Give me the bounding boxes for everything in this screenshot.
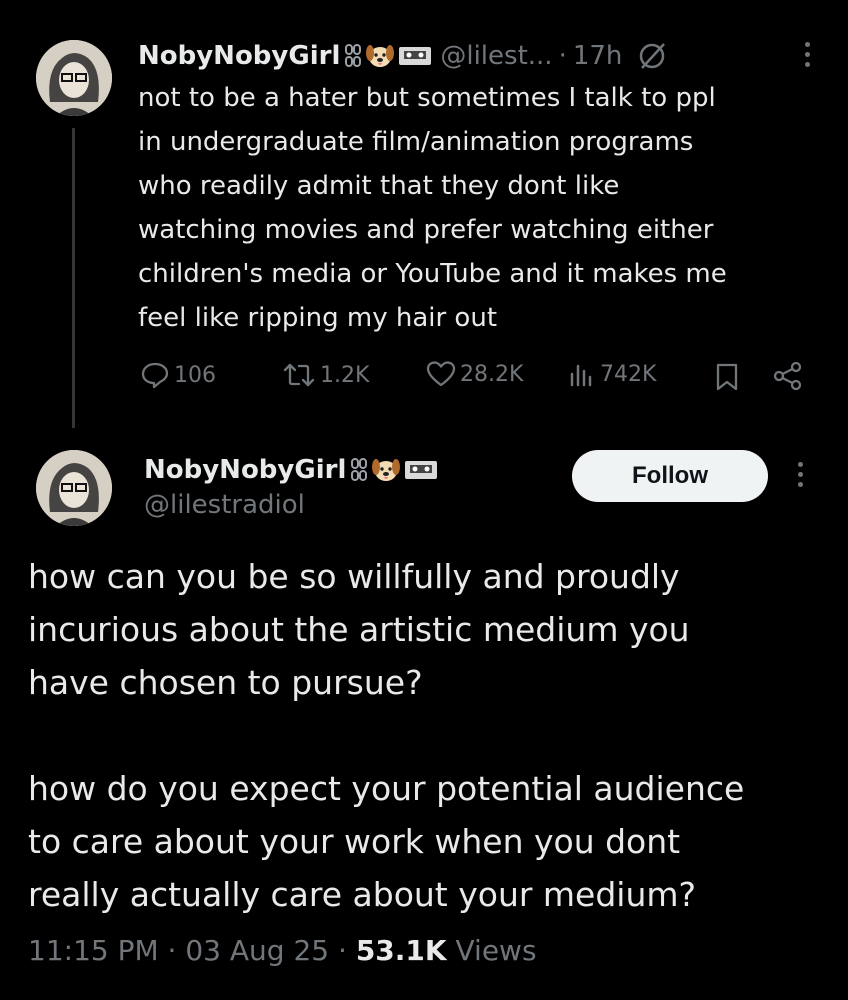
like-icon (426, 361, 456, 387)
thread-line (72, 128, 75, 428)
text-line: in undergraduate film/animation programs (138, 127, 694, 157)
separator: · (167, 934, 177, 967)
text-line: watching movies and prefer watching eith… (138, 215, 714, 245)
repost-icon (283, 363, 315, 387)
handle[interactable]: @lilestradiol (144, 490, 305, 520)
timestamp[interactable]: 17h (573, 41, 623, 71)
text-line: feel like ripping my hair out (138, 303, 498, 333)
profile-badges (344, 42, 432, 70)
post1-text: not to be a hater but sometimes I talk t… (138, 76, 828, 340)
handle[interactable]: @lilest... (440, 41, 552, 71)
cassette-icon (399, 47, 432, 65)
text-line: children's media or YouTube and it makes… (138, 259, 727, 289)
chain-icon (345, 44, 362, 67)
avatar[interactable] (36, 40, 112, 116)
share-icon[interactable] (772, 360, 804, 392)
views-label: Views (455, 934, 537, 967)
repost-button[interactable]: 1.2K (282, 360, 369, 390)
view-count[interactable]: 53.1K (356, 934, 447, 967)
reply-count: 106 (174, 362, 216, 388)
avatar[interactable] (36, 450, 112, 526)
repost-count: 1.2K (320, 362, 370, 388)
reply-icon (141, 362, 169, 389)
text-line: who readily admit that they dont like (138, 171, 620, 201)
display-name[interactable]: NobyNobyGirl (144, 455, 346, 485)
profile-badges (350, 456, 438, 484)
follow-button[interactable]: Follow (572, 450, 768, 502)
text-line: have chosen to pursue? (28, 663, 423, 702)
circle-slash-icon[interactable] (636, 40, 668, 72)
view-count: 742K (600, 361, 657, 387)
post-date[interactable]: 03 Aug 25 (185, 934, 329, 967)
text-line: how can you be so willfully and proudly (28, 557, 680, 596)
post1-header: NobyNobyGirl @lilest... · 17h (138, 36, 668, 76)
dog-face-icon (372, 459, 401, 481)
text-line: not to be a hater but sometimes I talk t… (138, 83, 716, 113)
separator: · (558, 41, 567, 71)
text-line: to care about your work when you dont (28, 822, 681, 861)
display-name[interactable]: NobyNobyGirl (138, 41, 340, 71)
more-icon[interactable] (805, 42, 810, 67)
more-icon[interactable] (798, 462, 803, 487)
like-count: 28.2K (460, 361, 524, 387)
post-meta: 11:15 PM · 03 Aug 25 · 53.1K Views (28, 934, 537, 967)
text-line: incurious about the artistic medium you (28, 610, 690, 649)
reply-button[interactable]: 106 (140, 360, 216, 390)
like-button[interactable]: 28.2K (426, 360, 523, 388)
separator: · (338, 934, 347, 967)
chain-icon (351, 458, 368, 481)
post2-text: how can you be so willfully and proudly … (28, 550, 828, 921)
text-line: how do you expect your potential audienc… (28, 769, 745, 808)
text-line: really actually care about your medium? (28, 875, 697, 914)
dog-face-icon (366, 45, 395, 67)
post-time[interactable]: 11:15 PM (28, 934, 159, 967)
views-button[interactable]: 742K (568, 360, 656, 388)
cassette-icon (405, 461, 438, 479)
post2-header: NobyNobyGirl (144, 452, 438, 488)
views-icon (570, 364, 592, 387)
bookmark-icon[interactable] (714, 362, 740, 392)
